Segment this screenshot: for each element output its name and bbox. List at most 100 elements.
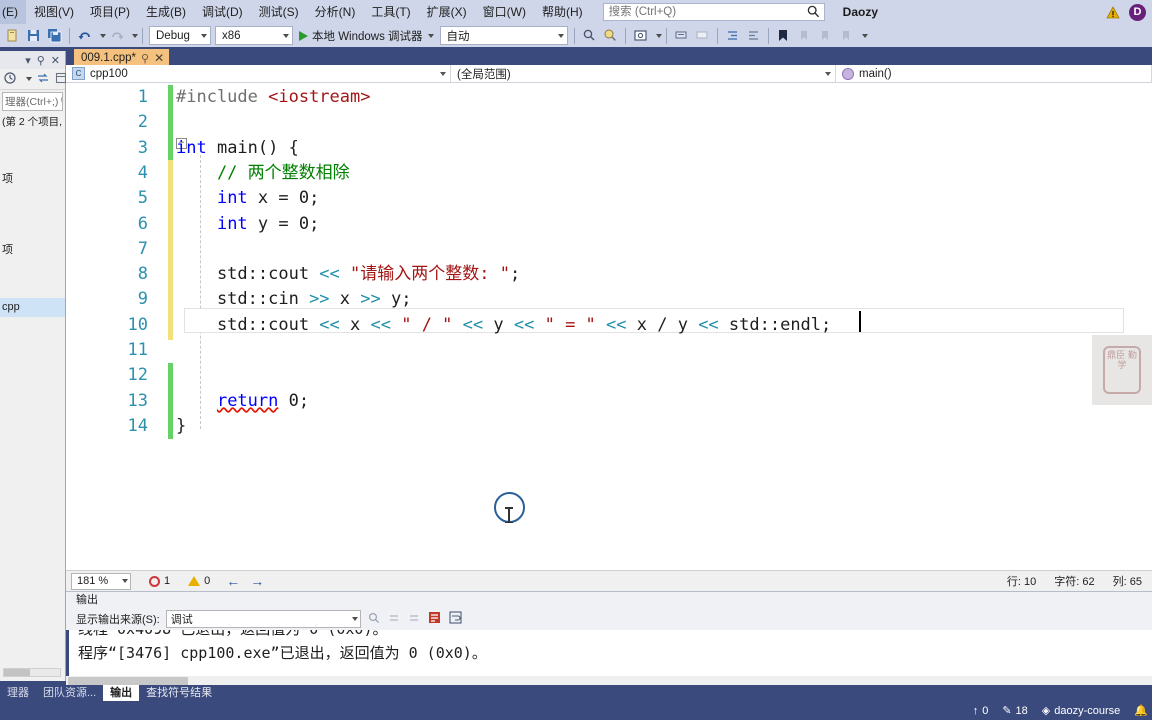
avatar[interactable]: D xyxy=(1129,3,1146,21)
solution-explorer-dock: ▾ ⚲ ✕ 理器(Ctrl+;) 🔍 (第 2 个项目, 共 xyxy=(0,47,67,685)
code-line[interactable]: } xyxy=(176,414,186,439)
redo-icon[interactable] xyxy=(106,25,127,46)
editor-navigation-bar: C cpp100 (全局范围) main() xyxy=(66,65,1152,83)
bottom-tab-find-symbol-results[interactable]: 查找符号结果 xyxy=(139,685,219,701)
code-line[interactable]: return 0; xyxy=(176,389,309,414)
bell-icon[interactable]: 🔔 xyxy=(1134,704,1148,717)
pending-changes-chip[interactable]: ✎ 18 xyxy=(1002,704,1027,718)
save-all-icon[interactable] xyxy=(44,25,65,46)
bottom-tab-team-explorer[interactable]: 团队资源... xyxy=(36,685,103,701)
navigate-backward-icon[interactable]: ← xyxy=(226,573,240,589)
code-line[interactable]: std::cin >> x >> y; xyxy=(176,287,412,312)
bookmark-clear-icon[interactable] xyxy=(836,25,857,46)
output-scroll-down-icon[interactable] xyxy=(407,611,421,628)
word-wrap-icon[interactable] xyxy=(448,610,463,628)
bookmark-icon[interactable] xyxy=(773,25,794,46)
bottom-tab-solution-explorer[interactable]: 理器 xyxy=(0,685,36,701)
bottom-tab-row: 理器 团队资源... 输出 查找符号结果 xyxy=(0,685,1152,701)
function-selector-value: main() xyxy=(859,67,892,80)
function-selector[interactable]: main() xyxy=(836,65,1152,82)
branch-name: daozy-course xyxy=(1054,704,1121,717)
uncomment-selection-icon[interactable] xyxy=(692,25,713,46)
navigate-forward-icon[interactable]: → xyxy=(250,573,264,589)
new-item-icon[interactable] xyxy=(2,25,23,46)
global-search-box[interactable] xyxy=(602,3,825,21)
code-token: } xyxy=(176,415,187,436)
code-line[interactable]: // 两个整数相除 xyxy=(176,161,350,186)
bookmark-prev-icon[interactable] xyxy=(794,25,815,46)
warning-triangle-icon[interactable] xyxy=(1106,5,1120,19)
chevron-down-icon[interactable]: ▾ xyxy=(25,54,31,67)
code-editor[interactable]: 1 2 3 4 5 6 7 8 9 10 11 12 13 14 − #include <iostream… xyxy=(66,83,1152,570)
platform-combo[interactable]: x86 xyxy=(215,26,293,45)
menu-item-help[interactable]: 帮助(H) xyxy=(534,0,591,24)
code-line[interactable]: int main() { xyxy=(176,136,299,161)
screenshot-dropdown-icon[interactable] xyxy=(655,33,662,38)
code-line[interactable]: int x = 0; xyxy=(176,186,319,211)
unpushed-commits-chip[interactable]: ↑ 0 xyxy=(973,705,989,717)
output-source-combo[interactable]: 调试 xyxy=(165,610,361,628)
menu-item-project[interactable]: 项目(P) xyxy=(82,0,138,24)
screenshot-icon[interactable] xyxy=(630,25,651,46)
bottom-tab-output[interactable]: 输出 xyxy=(103,685,140,701)
process-combo[interactable]: 自动 xyxy=(439,26,568,45)
search-icon[interactable] xyxy=(579,25,600,46)
solution-explorer-search[interactable]: 理器(Ctrl+;) 🔍 xyxy=(2,92,63,111)
output-scroll-up-icon[interactable] xyxy=(387,611,401,628)
configuration-combo[interactable]: Debug xyxy=(149,26,211,45)
code-line[interactable]: std::cout << "请输入两个整数: "; xyxy=(176,262,520,287)
solution-explorer-node-1[interactable]: 项 xyxy=(0,170,65,189)
redo-dropdown-icon[interactable] xyxy=(132,33,138,38)
code-line[interactable]: int y = 0; xyxy=(176,212,319,237)
solution-explorer-node-3[interactable]: cpp xyxy=(0,298,65,317)
menu-item-test[interactable]: 测试(S) xyxy=(251,0,307,24)
menu-item-tools[interactable]: 工具(T) xyxy=(363,0,418,24)
change-bar-saved-bottom xyxy=(168,363,173,439)
close-icon[interactable]: ✕ xyxy=(51,54,60,67)
code-token: std::cout xyxy=(176,264,320,285)
start-debugging-button[interactable]: 本地 Windows 调试器 xyxy=(295,25,438,46)
solution-explorer-node-2[interactable]: 项 xyxy=(0,241,65,260)
pin-icon[interactable]: ⚲ xyxy=(37,54,45,67)
menu-item-window[interactable]: 窗口(W) xyxy=(475,0,534,24)
code-token: ; xyxy=(298,390,310,411)
outdent-icon[interactable] xyxy=(743,25,764,46)
toolbar-overflow-icon[interactable] xyxy=(861,33,868,38)
line-number: 6 xyxy=(137,213,148,234)
menu-item-extensions[interactable]: 扩展(X) xyxy=(419,0,475,24)
code-line[interactable]: #include <iostream> xyxy=(176,85,370,110)
bookmark-next-icon[interactable] xyxy=(815,25,836,46)
menu-item-build[interactable]: 生成(B) xyxy=(138,0,194,24)
sync-with-active-document-icon[interactable] xyxy=(36,71,50,88)
global-search-input[interactable] xyxy=(603,4,794,20)
indent-icon[interactable] xyxy=(722,25,743,46)
menu-item-analyze[interactable]: 分析(N) xyxy=(307,0,364,24)
pin-icon[interactable]: ⚲ xyxy=(141,52,149,65)
clear-output-icon[interactable] xyxy=(427,610,442,628)
undo-icon[interactable] xyxy=(74,25,95,46)
close-icon[interactable]: ✕ xyxy=(154,51,164,65)
error-count-chip[interactable]: 1 xyxy=(149,575,170,587)
menu-item-view[interactable]: 视图(V) xyxy=(26,0,82,24)
home-icon[interactable] xyxy=(3,71,17,88)
menu-item-file-edit[interactable]: (E) xyxy=(0,0,26,24)
code-line[interactable]: std::cout << x << " / " << y << " = " <<… xyxy=(176,313,831,338)
line-indicator: 行: 10 xyxy=(1006,576,1037,588)
chevron-down-icon[interactable] xyxy=(26,77,32,81)
menu-item-debug[interactable]: 调试(D) xyxy=(194,0,251,24)
solution-explorer-hscrollbar[interactable] xyxy=(3,668,61,677)
error-count-value: 1 xyxy=(164,575,171,587)
zoom-level-combo[interactable]: 181 % xyxy=(71,572,131,590)
method-icon xyxy=(842,67,854,80)
code-text-area[interactable]: #include <iostream> int main() { // 两个整数相… xyxy=(176,83,1152,570)
branch-chip[interactable]: ◈ daozy-course xyxy=(1042,704,1121,718)
comment-selection-icon[interactable] xyxy=(671,25,692,46)
save-icon[interactable] xyxy=(23,25,44,46)
scope-selector[interactable]: (全局范围) xyxy=(451,65,836,82)
project-selector[interactable]: C cpp100 xyxy=(66,65,451,82)
output-text-area[interactable]: 线程 0x4098 已退出，返回值为 0 (0x0)。 程序“[3476] cp… xyxy=(66,630,1152,686)
magnifier-plus-icon[interactable] xyxy=(600,25,621,46)
warning-count-chip[interactable]: 0 xyxy=(188,575,210,587)
find-in-output-icon[interactable] xyxy=(367,611,381,628)
